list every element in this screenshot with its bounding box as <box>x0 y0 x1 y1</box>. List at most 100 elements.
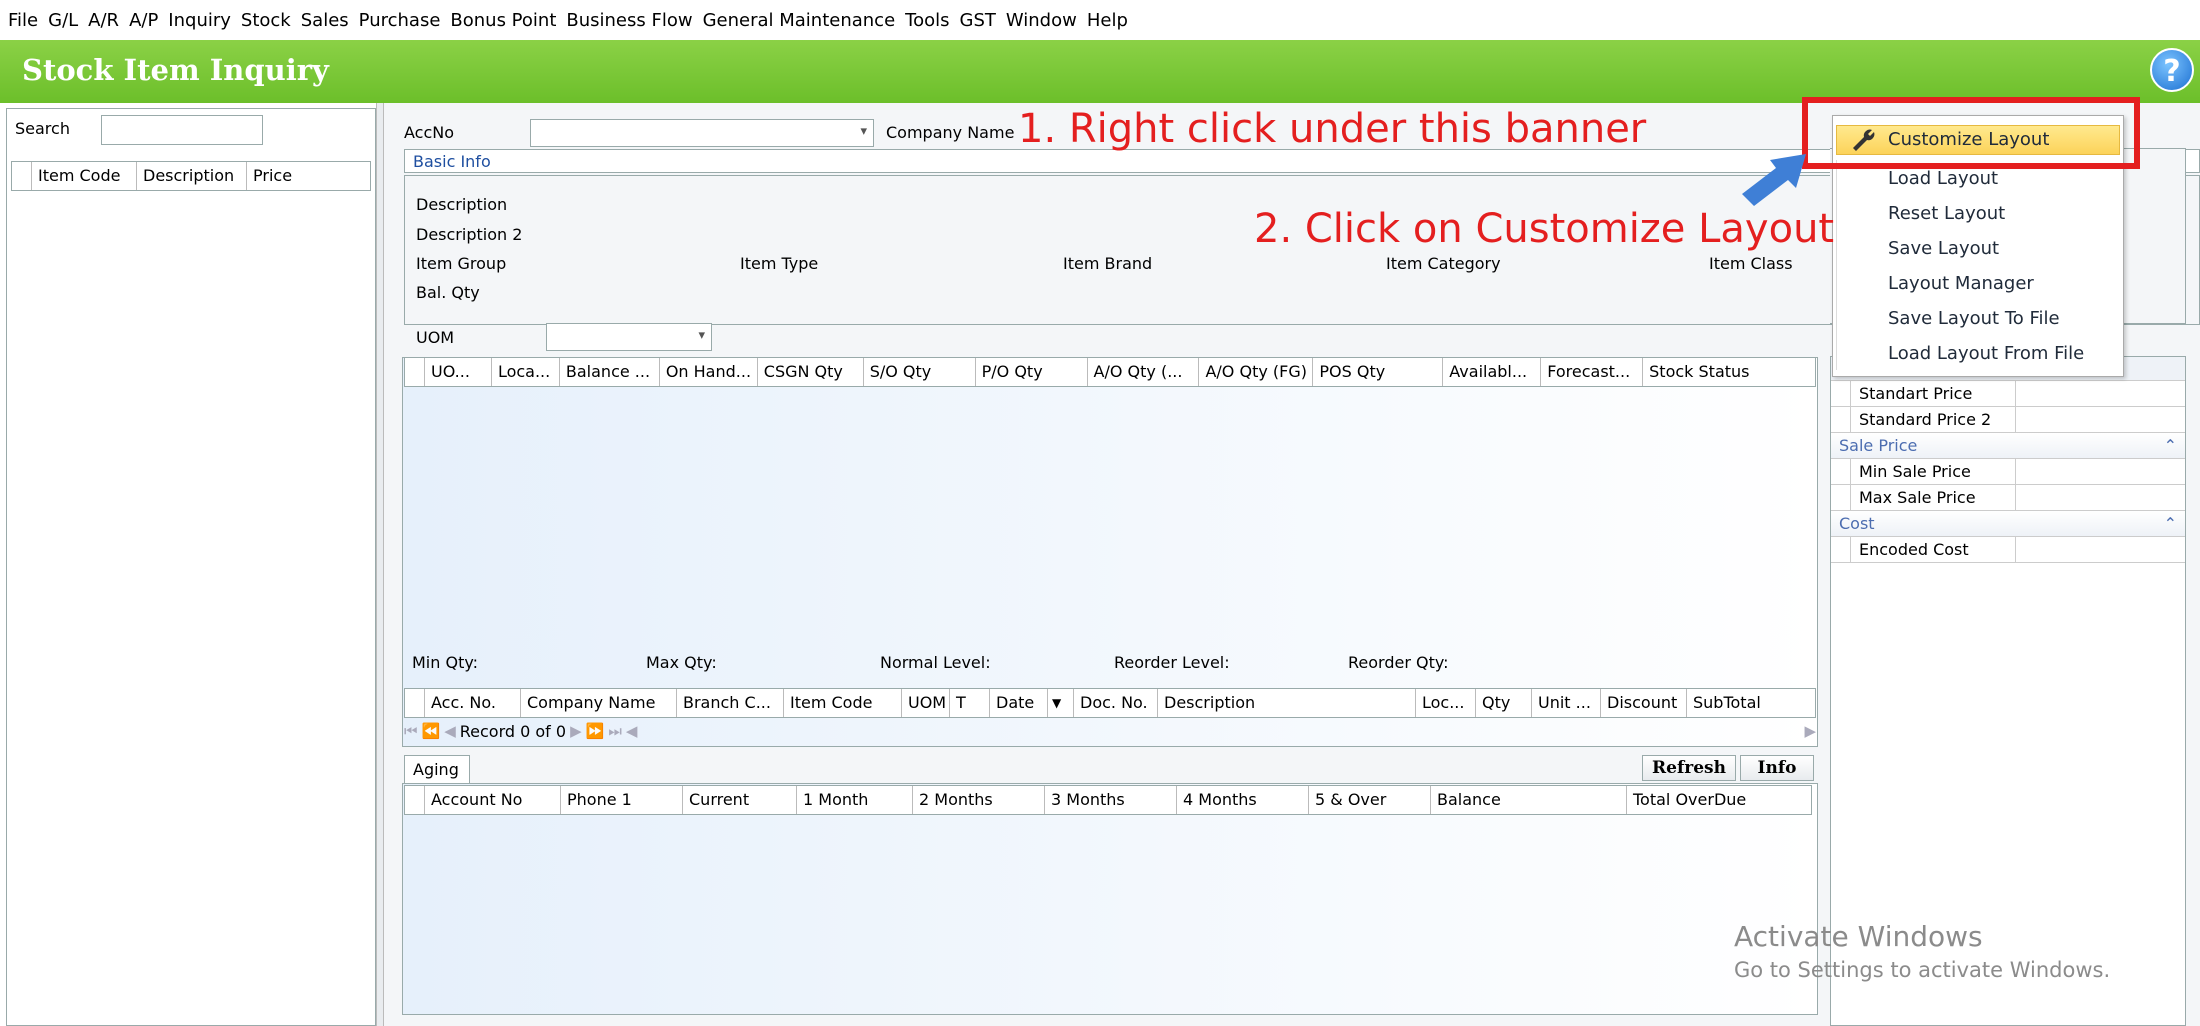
column-pos-qty[interactable]: POS Qty <box>1313 358 1444 386</box>
column-qty[interactable]: Qty <box>1476 689 1532 717</box>
menu-save-layout[interactable]: Save Layout <box>1888 238 1999 259</box>
property-row[interactable]: Encoded Cost <box>1831 537 2185 563</box>
column-total-overdue[interactable]: Total OverDue <box>1627 786 1793 814</box>
column-on-hand[interactable]: On Hand... <box>660 358 758 386</box>
column-item-code[interactable]: Item Code <box>784 689 902 717</box>
category-sale-price[interactable]: Sale Price ⌃ <box>1831 433 2185 459</box>
menu-file[interactable]: File <box>8 10 38 31</box>
uom-label: UOM <box>416 328 455 347</box>
prev-page-icon[interactable]: ⏪ <box>422 722 441 740</box>
menu-inquiry[interactable]: Inquiry <box>168 10 231 31</box>
menu-reset-layout[interactable]: Reset Layout <box>1888 203 2005 224</box>
column-po-qty[interactable]: P/O Qty <box>976 358 1088 386</box>
row-selector-header <box>405 689 425 717</box>
menu-load-layout[interactable]: Load Layout <box>1888 168 1998 189</box>
column-description[interactable]: Description <box>1158 689 1416 717</box>
column-2-months[interactable]: 2 Months <box>913 786 1045 814</box>
menu-business-flow[interactable]: Business Flow <box>566 10 692 31</box>
column-location[interactable]: Loc... <box>1416 689 1476 717</box>
prev-record-icon[interactable]: ◀ <box>444 722 456 740</box>
column-balance[interactable]: Balance ... <box>560 358 660 386</box>
column-account-no[interactable]: Account No <box>425 786 561 814</box>
panel-splitter[interactable] <box>376 103 384 1026</box>
scroll-right-icon[interactable]: ▶ <box>1804 722 1816 740</box>
column-stock-status[interactable]: Stock Status <box>1643 358 1815 386</box>
column-discount[interactable]: Discount <box>1601 689 1687 717</box>
last-record-icon[interactable]: ⏭ <box>608 722 622 740</box>
column-location[interactable]: Loca... <box>492 358 560 386</box>
column-acc-no[interactable]: Acc. No. <box>425 689 521 717</box>
category-cost[interactable]: Cost ⌃ <box>1831 511 2185 537</box>
menu-load-layout-from-file[interactable]: Load Layout From File <box>1888 343 2084 364</box>
menu-layout-manager[interactable]: Layout Manager <box>1888 273 2034 294</box>
refresh-button[interactable]: Refresh <box>1642 755 1736 781</box>
menu-save-layout-to-file[interactable]: Save Layout To File <box>1888 308 2060 329</box>
collapse-icon[interactable]: ⌃ <box>2164 436 2177 455</box>
column-price[interactable]: Price <box>247 162 357 190</box>
arrow-icon <box>1742 154 1806 206</box>
column-so-qty[interactable]: S/O Qty <box>864 358 976 386</box>
column-ao-qty-fg[interactable]: A/O Qty (FG) <box>1199 358 1314 386</box>
item-category-label: Item Category <box>1386 254 1501 273</box>
record-navigator: ⏮ ⏪ ◀ Record 0 of 0 ▶ ⏩ ⏭ ◀ ▶ <box>404 720 1816 742</box>
column-company-name[interactable]: Company Name <box>521 689 677 717</box>
column-item-code[interactable]: Item Code <box>32 162 137 190</box>
menu-gst[interactable]: GST <box>960 10 996 31</box>
column-subtotal[interactable]: SubTotal <box>1687 689 1783 717</box>
column-ao-qty[interactable]: A/O Qty (... <box>1088 358 1200 386</box>
search-input[interactable] <box>101 115 263 145</box>
property-row[interactable]: Standart Price <box>1831 381 2185 407</box>
column-csgn-qty[interactable]: CSGN Qty <box>758 358 864 386</box>
column-3-months[interactable]: 3 Months <box>1045 786 1177 814</box>
next-record-icon[interactable]: ▶ <box>570 722 582 740</box>
menu-ar[interactable]: A/R <box>88 10 119 31</box>
next-page-icon[interactable]: ⏩ <box>586 722 605 740</box>
info-button[interactable]: Info <box>1740 755 1814 781</box>
property-row[interactable]: Standard Price 2 <box>1831 407 2185 433</box>
column-5-and-over[interactable]: 5 & Over <box>1309 786 1431 814</box>
activation-watermark-title: Activate Windows <box>1734 920 1983 953</box>
first-record-icon[interactable]: ⏮ <box>404 722 418 740</box>
aging-grid-header: Account No Phone 1 Current 1 Month 2 Mon… <box>404 785 1812 815</box>
column-doc-no[interactable]: Doc. No. <box>1074 689 1158 717</box>
column-1-month[interactable]: 1 Month <box>797 786 913 814</box>
menu-general-maintenance[interactable]: General Maintenance <box>703 10 896 31</box>
date-sort-icon[interactable]: ▼ <box>1048 689 1074 717</box>
accno-dropdown[interactable] <box>530 119 874 147</box>
menu-gl[interactable]: G/L <box>48 10 78 31</box>
menu-tools[interactable]: Tools <box>905 10 949 31</box>
property-standart-price: Standart Price <box>1851 381 2016 406</box>
property-row[interactable]: Min Sale Price <box>1831 459 2185 485</box>
menu-ap[interactable]: A/P <box>129 10 158 31</box>
menu-bonus-point[interactable]: Bonus Point <box>450 10 556 31</box>
column-branch-code[interactable]: Branch C... <box>677 689 784 717</box>
column-available[interactable]: Availabl... <box>1443 358 1542 386</box>
column-uom[interactable]: UO... <box>425 358 492 386</box>
uom-dropdown[interactable] <box>546 323 712 351</box>
menu-window[interactable]: Window <box>1006 10 1077 31</box>
column-forecast[interactable]: Forecast... <box>1541 358 1644 386</box>
item-group-label: Item Group <box>416 254 507 273</box>
reorder-qty-label: Reorder Qty: <box>1348 653 1449 672</box>
bal-qty-label: Bal. Qty <box>416 283 480 302</box>
column-t[interactable]: T <box>950 689 990 717</box>
scroll-left-icon[interactable]: ◀ <box>626 722 638 740</box>
column-date[interactable]: Date <box>990 689 1048 717</box>
collapse-icon[interactable]: ⌃ <box>2164 514 2177 533</box>
menu-sales[interactable]: Sales <box>301 10 349 31</box>
column-description[interactable]: Description <box>137 162 247 190</box>
max-qty-label: Max Qty: <box>646 653 717 672</box>
menu-purchase[interactable]: Purchase <box>359 10 441 31</box>
tab-aging[interactable]: Aging <box>404 755 470 783</box>
menu-help[interactable]: Help <box>1087 10 1128 31</box>
column-unit-price[interactable]: Unit ... <box>1532 689 1601 717</box>
column-4-months[interactable]: 4 Months <box>1177 786 1309 814</box>
column-balance[interactable]: Balance <box>1431 786 1627 814</box>
column-current[interactable]: Current <box>683 786 797 814</box>
property-row[interactable]: Max Sale Price <box>1831 485 2185 511</box>
item-type-label: Item Type <box>740 254 819 273</box>
column-phone-1[interactable]: Phone 1 <box>561 786 683 814</box>
column-uom[interactable]: UOM <box>902 689 950 717</box>
help-icon[interactable]: ? <box>2150 48 2194 92</box>
menu-stock[interactable]: Stock <box>241 10 291 31</box>
